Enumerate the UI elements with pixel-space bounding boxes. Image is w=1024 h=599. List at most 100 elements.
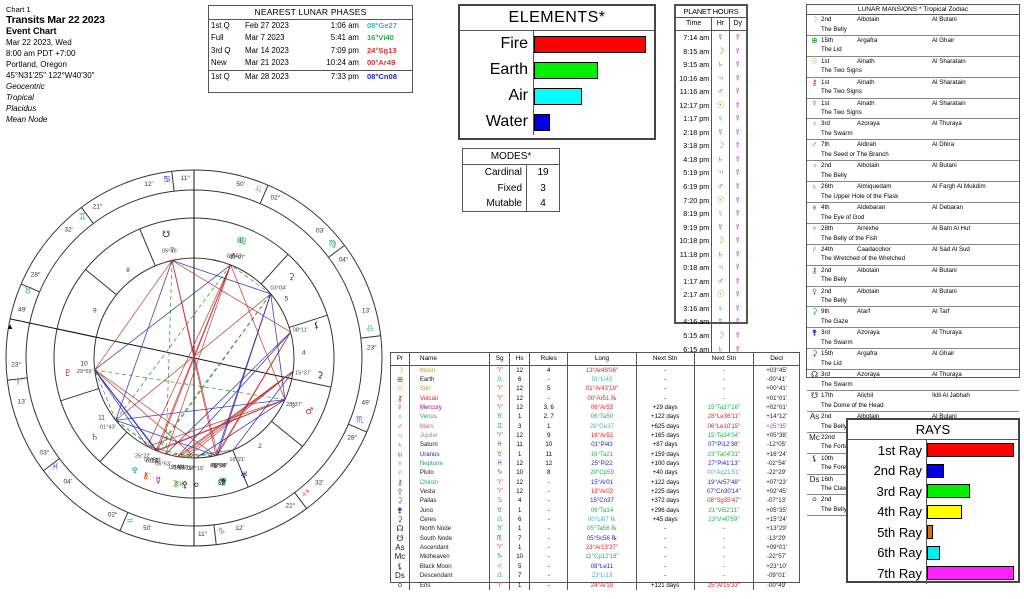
ray-bar <box>927 525 934 540</box>
ray-bar <box>927 484 971 499</box>
planet-glyph-icon[interactable]: ⚳ <box>317 371 324 381</box>
planet-hour-time: 12:17 pm <box>676 98 713 113</box>
table-row: ☿ Mercury ♈ 12 3, 6 06°Ar53 +29 days 15°Ta37'16… <box>391 402 799 413</box>
planet-hour-row: 5:15 am ☽ ☿ <box>676 329 746 343</box>
planet-name: Vesta <box>409 487 491 497</box>
aspect-line <box>94 260 173 371</box>
lunar-mansion-row: ♄ 26th Almiquedam Al Fargh Al Mukdim The Upp… <box>807 182 1019 204</box>
lunar-mansion-description: The Swarm <box>821 338 853 346</box>
planet-glyph-icon[interactable]: ⚴ <box>181 481 188 491</box>
planet-wheel-degree: 08°11' <box>293 328 308 334</box>
lunar-mansion-number: 15th <box>821 36 834 44</box>
planet-glyph-icon[interactable]: ♅ <box>240 471 248 481</box>
table-row: ♀ Venus ♉ 1 2, 7 06°Ta50 +122 days 28°Le36'11" +… <box>391 412 799 422</box>
planet-hour-row: 9:19 pm ☿ ☿ <box>676 220 746 235</box>
planets-column-header: Long <box>567 353 637 366</box>
element-row: Water <box>460 109 654 135</box>
planet-next-station-position: - <box>694 365 755 375</box>
lunar-mansion-main: ☊ 3rd Azoraya Al Thuraya <box>807 370 1019 380</box>
lunar-mansion-row: ☊ 3rd Azoraya Al Thuraya The Swarm <box>807 370 1019 392</box>
lunar-mansion-arabic-name: Al Sad Al Sud <box>932 245 970 253</box>
planet-house: 1 <box>509 580 531 590</box>
zodiac-sign-icon: ♏ <box>489 533 511 544</box>
planet-hour-row: 5:19 pm ♃ ☿ <box>676 166 746 181</box>
planet-hour-row: 8:19 pm ♀ ☿ <box>676 207 746 221</box>
zodiac-sign-icon: ♉ <box>489 412 511 422</box>
table-row: ☽ Moon ♈ 12 4 13°Ar48'06" - - +03°45' <box>391 365 799 375</box>
planet-longitude: 05°Ta56 ℞ <box>567 524 637 534</box>
planet-glyph-icon: ⚷ <box>391 393 410 403</box>
planet-house: 11 <box>509 440 531 450</box>
planet-glyph-icon[interactable]: ♇ <box>64 369 72 379</box>
lunar-mansion-row: ☿ 1st Alnath Al Sharatain The Two Signs <box>807 99 1019 120</box>
element-bar <box>534 113 550 131</box>
planet-hour-row: 11:16 am ♂ ☿ <box>676 85 746 99</box>
table-row: Ds Descendant ♎ 7-23°Li13- - -09°01' <box>391 571 799 581</box>
planet-declination: +01°01' <box>766 394 787 402</box>
planet-glyph-icon[interactable]: ⚪ <box>193 481 201 491</box>
planet-rules: 4 <box>529 365 569 375</box>
planet-hour-row: 11:18 pm ♄ ☿ <box>676 247 746 262</box>
natal-chart-wheel[interactable]: ♒ 02° 50' ♑ 11° 12' ♐ 21° 32' ♏ 28° 49' ♎ 23° 13' ♍ 04° 0… <box>4 126 384 586</box>
planet-glyph-icon[interactable]: ♂ <box>305 407 313 417</box>
planet-declination: +00°41' <box>766 385 787 393</box>
lunar-phase-longitude: 08°Ge27 <box>366 21 397 30</box>
chart-option-tropical: Tropical <box>6 93 34 102</box>
planet-next-station-days: +45 days <box>636 515 695 525</box>
lunar-mansion-arabic-name: Al Sharatain <box>932 99 966 107</box>
planet-glyph-icon[interactable]: ⚸ <box>313 321 320 331</box>
planet-rules: 5 <box>529 384 569 394</box>
lunar-mansion-main: ♆ 28th Arrexhe Al Batn Al Hut <box>807 224 1019 234</box>
lunar-mansion-row: ⊕ 15th Argafra Al Ghair The Lid <box>807 36 1019 57</box>
planet-hour-time: 0:18 am <box>676 261 713 275</box>
planet-house: 5 <box>509 561 531 572</box>
lunar-mansion-arabic-name: Al Butani <box>932 16 957 23</box>
lunar-mansion-arabic-name: Iklil Al Jabhah <box>932 392 970 400</box>
sign-cusp-degree: 11° <box>181 174 191 182</box>
planets-column-header: Rules <box>529 353 569 366</box>
planet-hour-row: 8:15 am ☽ ☿ <box>676 44 746 59</box>
planet-rules: 11 <box>529 449 569 460</box>
planet-hour-row: 3:18 pm ☽ ☿ <box>676 139 746 153</box>
planet-hour-ruler-icon: ☿ <box>711 315 730 330</box>
aspect-line <box>146 264 232 447</box>
planet-declination: +09°01' <box>766 544 787 552</box>
planet-hours-panel: PLANET HOURS Time Hr Dy 7:14 am ☿ ☿ 8:15 am ☽ ☿… <box>674 4 748 357</box>
planet-glyph-icon[interactable]: ⚳ <box>288 273 295 283</box>
house-cusp-line <box>260 253 289 285</box>
planet-glyph-icon[interactable]: ♀ <box>221 477 228 487</box>
planet-longitude: 29°Cp59 <box>567 468 637 478</box>
elements-panel: ELEMENTS* Fire Earth Air Water <box>458 4 656 140</box>
planet-wheel-degree: 06°50' <box>212 463 228 469</box>
planet-house: 6 <box>509 515 531 525</box>
planet-hour-row: 4:18 pm ♄ ☿ <box>676 152 746 167</box>
zodiac-sign-icon: ♋ <box>489 496 511 506</box>
planet-name: Eris <box>409 580 491 590</box>
lunar-mansion-arabic-name: Al Butani <box>932 162 957 170</box>
zodiac-sign-icon: ♓ <box>489 459 511 469</box>
chart-date: Mar 22 2023, Wed <box>6 38 72 47</box>
planet-glyph-icon: ⚳ <box>391 515 410 525</box>
planet-glyph-icon: ♄ <box>811 182 818 192</box>
lunar-mansion-description: The Dome of the Head <box>821 401 884 409</box>
planet-hour-time: 2:17 am <box>676 288 713 302</box>
planet-glyph-icon[interactable]: ☉ <box>143 472 151 482</box>
planet-rules: - <box>529 515 569 525</box>
wheel-svg[interactable]: ♒ 02° 50' ♑ 11° 12' ♐ 21° 32' ♏ 28° 49' ♎ 23° 13' ♍04° 0… <box>4 126 384 586</box>
planet-wheel-degree: 29°59' <box>77 369 93 375</box>
planet-hour-ruler-icon: ♄ <box>711 58 730 72</box>
planet-glyph-icon[interactable]: ♆ <box>131 466 139 476</box>
planet-day-ruler-icon: ☿ <box>734 248 742 259</box>
zodiac-sign-icon: ♒ <box>126 517 134 527</box>
planet-glyph-icon[interactable]: ⚳ <box>241 237 248 247</box>
planet-glyph-icon[interactable]: ♄ <box>91 433 99 443</box>
lunar-phase-time: 7:09 pm <box>330 45 359 55</box>
planet-rules: - <box>529 496 569 506</box>
planet-glyph-icon[interactable]: ☋ <box>162 230 170 240</box>
planet-glyph-icon: ⚳ <box>811 307 818 317</box>
aspect-line <box>94 369 148 447</box>
ray-bar <box>927 463 945 478</box>
planet-glyph-icon[interactable]: ☿ <box>156 476 162 486</box>
lunar-mansion-arabic-name: Al Butani <box>932 287 957 295</box>
lunar-mansion-number: 1st <box>821 57 830 65</box>
